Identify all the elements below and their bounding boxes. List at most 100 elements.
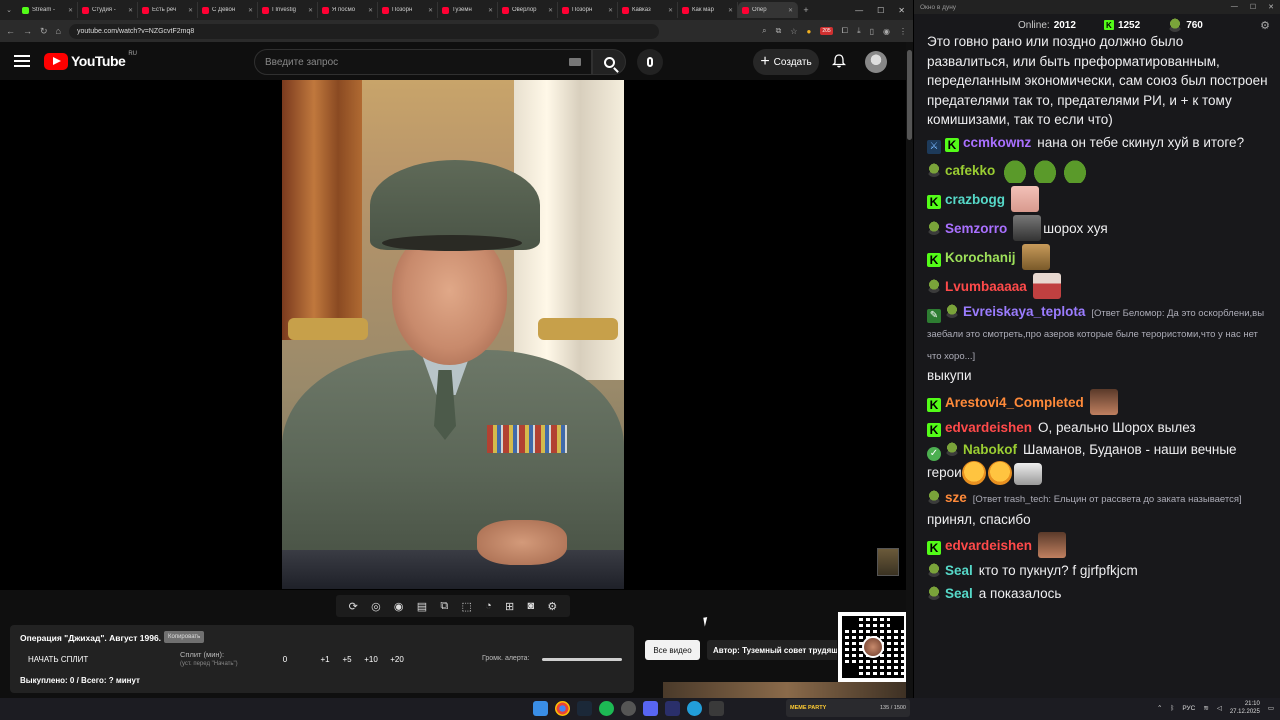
start-windows-icon[interactable] xyxy=(533,701,548,716)
url-field[interactable]: youtube.com/watch?v=NZGcvtF2mq8 xyxy=(68,23,659,39)
eye-icon[interactable]: ◉ xyxy=(394,600,404,613)
create-button[interactable]: + Создать xyxy=(753,49,819,75)
spotify-icon[interactable] xyxy=(599,701,614,716)
tab-close-icon[interactable]: ✕ xyxy=(428,7,433,14)
copy-button[interactable]: Копировать xyxy=(164,631,205,643)
minimize-icon[interactable]: — xyxy=(855,6,863,15)
tab-close-icon[interactable]: ✕ xyxy=(548,7,553,14)
settings-gear-icon[interactable]: ⚙ xyxy=(547,600,557,613)
chat-username[interactable]: crazbogg xyxy=(945,192,1005,207)
cast-icon[interactable]: ⧉ xyxy=(776,26,782,36)
chat-log[interactable]: Это говно рано или поздно должно было ра… xyxy=(914,30,1280,698)
chat-username[interactable]: sze xyxy=(945,490,967,505)
extension-orange-icon[interactable]: ● xyxy=(806,27,811,36)
tab-close-icon[interactable]: ✕ xyxy=(668,7,673,14)
notification-icon[interactable]: ▭ xyxy=(1268,704,1274,712)
keyboard-icon[interactable] xyxy=(569,58,581,66)
extension-badge[interactable]: 205 xyxy=(820,27,833,35)
new-tab-button[interactable]: + xyxy=(798,5,814,15)
tray-overflow-icon[interactable]: ⌃ xyxy=(1157,704,1162,712)
chat-username[interactable]: cafekko xyxy=(945,163,995,178)
obs-icon[interactable] xyxy=(621,701,636,716)
language-indicator[interactable]: РУС xyxy=(1182,705,1195,712)
chat-username[interactable]: Semzorro xyxy=(945,221,1007,236)
scrollbar-thumb[interactable] xyxy=(907,50,912,140)
browser-tab[interactable]: Позорн ✕ xyxy=(558,2,618,18)
back-icon[interactable]: ← xyxy=(6,26,15,36)
browser-tab[interactable]: Как мар ✕ xyxy=(678,2,738,18)
add-frame-icon[interactable]: ⊞ xyxy=(505,600,514,613)
chat-username[interactable]: Lvumbaaaaa xyxy=(945,279,1027,294)
browser-tab[interactable]: Студия - ✕ xyxy=(78,2,138,18)
tab-search-icon[interactable]: ⌄ xyxy=(0,6,18,14)
chat-username[interactable]: Seal xyxy=(945,586,973,601)
bluetooth-icon[interactable]: ᛒ xyxy=(1170,705,1174,712)
profile-icon[interactable]: ◉ xyxy=(883,27,890,36)
tab-close-icon[interactable]: ✕ xyxy=(728,7,733,14)
browser-tab[interactable]: С Девон ✕ xyxy=(198,2,258,18)
split-plus-10-button[interactable]: +10 xyxy=(352,655,390,664)
browser-tab[interactable]: Я посмо ✕ xyxy=(318,2,378,18)
tab-close-icon[interactable]: ✕ xyxy=(248,7,253,14)
tab-close-icon[interactable]: ✕ xyxy=(68,7,73,14)
speed-icon[interactable]: ◔ xyxy=(485,600,492,612)
film-icon[interactable]: ▤ xyxy=(417,600,427,613)
page-scrollbar[interactable] xyxy=(906,42,913,698)
menu-icon[interactable]: ⋮ xyxy=(899,27,907,36)
chat-username[interactable]: Evreiskaya_teplota xyxy=(963,304,1085,319)
start-split-button[interactable]: НАЧАТЬ СПЛИТ xyxy=(28,655,88,664)
screenshot-camera-icon[interactable]: ◙ xyxy=(527,600,534,612)
audio-wave-icon[interactable]: ◎ xyxy=(371,600,381,613)
chat-reply-quote[interactable]: [Ответ trash_tech: Ельцин от рассвета до… xyxy=(973,494,1242,505)
search-button[interactable] xyxy=(592,49,626,75)
chat-username[interactable]: ccmkownz xyxy=(963,135,1031,150)
tab-close-icon[interactable]: ✕ xyxy=(128,7,133,14)
voice-search-button[interactable] xyxy=(637,49,663,75)
chat-minimize-icon[interactable]: — xyxy=(1231,3,1238,11)
chat-close-icon[interactable]: ✕ xyxy=(1268,3,1274,11)
chat-username[interactable]: edvardeishen xyxy=(945,538,1032,553)
browser-tab[interactable]: Stream - ✕ xyxy=(18,2,78,18)
clock[interactable]: 21:10 27.12.2025 xyxy=(1230,700,1260,716)
youtube-logo[interactable]: YouTube RU xyxy=(44,51,137,70)
app-icon[interactable] xyxy=(709,701,724,716)
forward-icon[interactable]: → xyxy=(23,26,32,36)
browser-tab[interactable]: Опер ✕ xyxy=(738,2,798,18)
split-plus-5-button[interactable]: +5 xyxy=(342,655,352,664)
steam-icon[interactable] xyxy=(577,701,592,716)
meme-party-widget[interactable]: MEME PARTY 135 / 1500 xyxy=(786,699,910,717)
tab-close-icon[interactable]: ✕ xyxy=(788,7,793,14)
reload-icon[interactable]: ↻ xyxy=(40,26,48,37)
search-input[interactable]: Введите запрос xyxy=(254,49,592,75)
bookmark-star-icon[interactable]: ☆ xyxy=(790,27,797,36)
video-player[interactable] xyxy=(0,80,906,590)
zoom-icon[interactable]: ⌕ xyxy=(762,26,766,36)
account-avatar[interactable] xyxy=(865,51,887,73)
tab-close-icon[interactable]: ✕ xyxy=(188,7,193,14)
tab-close-icon[interactable]: ✕ xyxy=(368,7,373,14)
chat-username[interactable]: Seal xyxy=(945,563,973,578)
all-videos-button[interactable]: Все видео xyxy=(645,640,700,660)
split-plus-20-button[interactable]: +20 xyxy=(390,655,404,664)
tab-close-icon[interactable]: ✕ xyxy=(608,7,613,14)
hamburger-menu-icon[interactable] xyxy=(14,55,30,67)
discord-icon[interactable] xyxy=(643,701,658,716)
browser-tab[interactable]: Туземн ✕ xyxy=(438,2,498,18)
chrome-icon[interactable] xyxy=(555,701,570,716)
chat-username[interactable]: Nabokof xyxy=(963,442,1017,457)
split-plus-1-button[interactable]: +1 xyxy=(308,655,342,664)
sidebar-icon[interactable]: ▯ xyxy=(870,27,874,36)
browser-tab[interactable]: Оверлор ✕ xyxy=(498,2,558,18)
downloads-icon[interactable]: ⤓ xyxy=(857,26,861,36)
corner-thumbnail[interactable] xyxy=(877,548,899,576)
frames-icon[interactable]: ⬚ xyxy=(461,600,471,613)
browser-tab[interactable]: Позорн ✕ xyxy=(378,2,438,18)
chat-username[interactable]: Arestovi4_Completed xyxy=(945,395,1084,410)
media-player-icon[interactable] xyxy=(665,701,680,716)
browser-tab[interactable]: Есть реч ✕ xyxy=(138,2,198,18)
close-icon[interactable]: ✕ xyxy=(898,6,905,15)
volume-icon[interactable]: ◁ xyxy=(1217,704,1222,712)
browser-tab[interactable]: Кавказ ✕ xyxy=(618,2,678,18)
chat-username[interactable]: edvardeishen xyxy=(945,420,1032,435)
chat-username[interactable]: Korochanij xyxy=(945,250,1016,265)
